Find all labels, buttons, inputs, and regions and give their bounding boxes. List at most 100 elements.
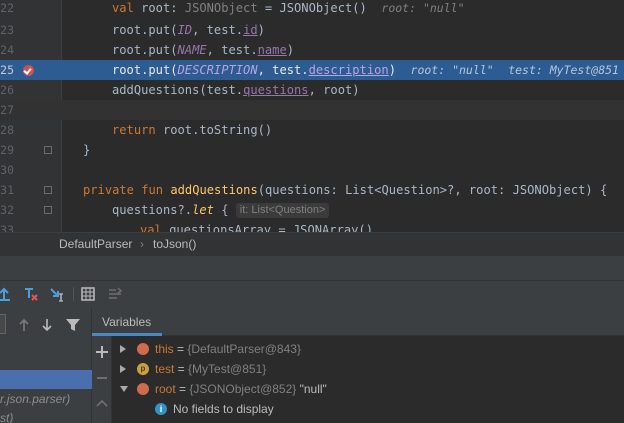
debug-toolbar: [0, 280, 624, 306]
code-text: val root: JSONObject = JSONObject() root…: [112, 0, 465, 18]
code-token: ): [388, 63, 396, 77]
code-token: root.put(: [112, 43, 178, 57]
code-text: addQuestions(test.questions, root): [112, 80, 360, 100]
filter-icon[interactable]: [65, 317, 81, 333]
code-token: , test.: [257, 63, 309, 77]
frame-label: st): [0, 411, 14, 423]
code-token: , root): [308, 83, 360, 97]
variable-value: {MyTest@851}: [188, 362, 267, 376]
line-number: 25: [0, 63, 14, 77]
line-number: 27: [0, 103, 14, 117]
toolbar-separator: [73, 287, 74, 301]
code-token: (questions: List<Question>?, root: JSONO…: [257, 183, 608, 197]
no-fields-message: No fields to display: [173, 402, 274, 416]
drop-frame-icon[interactable]: [22, 286, 38, 302]
code-line-31[interactable]: 31 private fun addQuestions(questions: L…: [0, 180, 624, 200]
parameter-icon: p: [137, 363, 149, 375]
code-text: private fun addQuestions(questions: List…: [83, 180, 607, 200]
tab-variables[interactable]: Variables: [102, 315, 151, 329]
evaluate-icon[interactable]: [80, 286, 96, 302]
code-token: root:: [133, 1, 185, 15]
code-line-28[interactable]: 28 return root.toString(): [0, 120, 624, 140]
variable-row-test[interactable]: p test = {MyTest@851}: [112, 359, 624, 379]
code-line-29[interactable]: 29 }: [0, 140, 624, 160]
run-to-cursor-icon[interactable]: [49, 286, 65, 302]
trace-icon[interactable]: [107, 286, 123, 302]
line-number: 22: [0, 1, 14, 15]
type-hint: JSONObject: [184, 1, 258, 15]
variable-name: test: [155, 362, 175, 376]
frames-filter-input[interactable]: [0, 314, 6, 334]
breakpoint-icon[interactable]: [23, 65, 34, 76]
expand-arrow-icon[interactable]: [120, 365, 126, 373]
frame-row[interactable]: r.json.parser): [0, 390, 92, 409]
line-number: 33: [0, 223, 14, 232]
info-icon: i: [155, 403, 167, 415]
breadcrumb-method[interactable]: toJson(): [153, 237, 196, 251]
property: description: [308, 63, 389, 77]
fold-marker-icon[interactable]: [44, 146, 52, 154]
collapse-arrow-icon[interactable]: [120, 386, 128, 392]
variable-value: {JSONObject@852}: [189, 382, 297, 396]
execution-line-25[interactable]: 25 root.put(DESCRIPTION, test.descriptio…: [0, 60, 624, 80]
code-token: addQuestions(test.: [112, 83, 244, 97]
code-token: questionsArray = JSONArray(): [161, 223, 373, 232]
inline-debug-value: test: MyTest@851: [508, 63, 619, 77]
variable-value: {DefaultParser@843}: [187, 342, 301, 356]
expand-arrow-icon[interactable]: [120, 345, 126, 353]
frames-toolbar: [0, 308, 92, 342]
move-up-icon[interactable]: [94, 396, 110, 412]
property: name: [257, 43, 287, 57]
code-token: , test.: [192, 23, 244, 37]
variable-equals: =: [174, 362, 189, 376]
field-icon: [137, 343, 149, 355]
line-number: 23: [0, 23, 14, 37]
code-token: root.put(: [112, 63, 178, 77]
code-line-23[interactable]: 23 root.put(ID, test.id): [0, 20, 624, 40]
line-number: 30: [0, 163, 14, 177]
breadcrumb: DefaultParser › toJson(): [0, 232, 624, 256]
breadcrumb-class[interactable]: DefaultParser: [59, 237, 132, 251]
variable-name: this: [155, 342, 174, 356]
remove-watch-icon[interactable]: [94, 370, 110, 386]
frame-row-selected[interactable]: [0, 370, 92, 389]
code-line-33[interactable]: 33 val questionsArray = JSONArray(): [0, 220, 624, 232]
frames-panel: r.json.parser) st): [0, 308, 92, 423]
code-line-27[interactable]: 27: [0, 100, 624, 120]
code-text: val questionsArray = JSONArray(): [140, 220, 373, 232]
down-arrow-icon[interactable]: [39, 317, 55, 333]
variable-entry: root = {JSONObject@852} "null": [155, 379, 327, 399]
line-number: 24: [0, 43, 14, 57]
code-token: root.toString(): [155, 123, 273, 137]
up-arrow-icon[interactable]: [16, 317, 32, 333]
line-number: 26: [0, 83, 14, 97]
field-icon: [137, 383, 149, 395]
keyword: return: [112, 123, 156, 137]
code-line-32[interactable]: 32 questions?.let { it: List<Question>: [0, 200, 624, 220]
variable-row-this[interactable]: this = {DefaultParser@843}: [112, 339, 624, 359]
variables-side-toolbar: [92, 336, 112, 423]
code-line-26[interactable]: 26 addQuestions(test.questions, root): [0, 80, 624, 100]
keyword: val: [140, 223, 162, 232]
variable-entry: this = {DefaultParser@843}: [155, 339, 301, 359]
variable-row-info: i No fields to display: [112, 399, 624, 419]
add-watch-icon[interactable]: [94, 344, 110, 360]
code-editor[interactable]: 22 val root: JSONObject = JSONObject() r…: [0, 0, 624, 232]
code-text: root.put(ID, test.id): [112, 20, 265, 40]
debug-tool-window: r.json.parser) st) Variables this = {Def…: [0, 256, 624, 423]
code-line-24[interactable]: 24 root.put(NAME, test.name): [0, 40, 624, 60]
code-line-30[interactable]: 30: [0, 160, 624, 180]
code-line-22[interactable]: 22 val root: JSONObject = JSONObject() r…: [0, 0, 624, 18]
line-number: 32: [0, 203, 14, 217]
variable-entry: test = {MyTest@851}: [155, 359, 266, 379]
fold-marker-icon[interactable]: [44, 206, 52, 214]
variables-tab-header: Variables: [92, 308, 624, 336]
fold-marker-icon[interactable]: [44, 186, 52, 194]
step-out-icon[interactable]: [0, 286, 12, 302]
variable-row-root[interactable]: root = {JSONObject@852} "null": [112, 379, 624, 399]
property: questions: [243, 83, 309, 97]
variables-panel: Variables this = {DefaultParser@843} p t…: [92, 308, 624, 423]
code-token: ): [257, 23, 265, 37]
code-token: questions?.: [112, 203, 193, 217]
frame-row[interactable]: st): [0, 409, 92, 423]
